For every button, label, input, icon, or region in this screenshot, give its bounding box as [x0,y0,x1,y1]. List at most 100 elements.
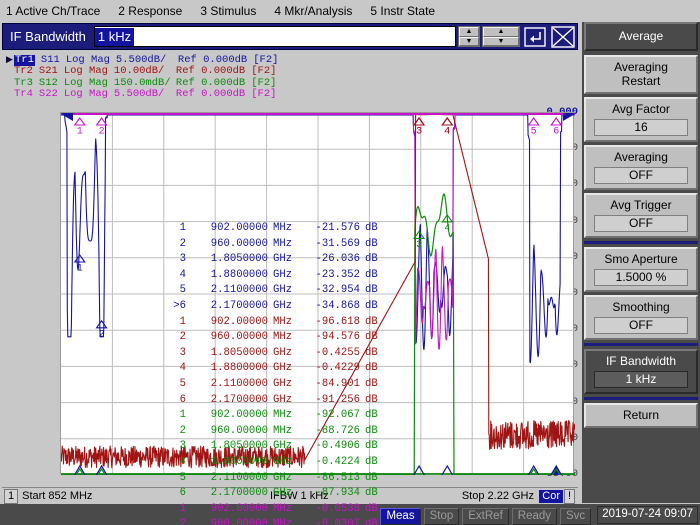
correction-badge[interactable]: Cor [539,489,563,503]
marker-value: -0.0538 [315,502,360,515]
marker-value: -86.513 [315,471,360,484]
menu-item-4[interactable]: 4 Mkr/Analysis [274,0,361,22]
marker-readout-row[interactable]: 4 1.8800000 GHz -0.4224 dB [162,455,386,471]
marker-readout-row[interactable]: 5 2.1100000 GHz -32.954 dB [162,283,386,299]
menu-item-2[interactable]: 2 Response [118,0,191,22]
active-trace-pointer-icon [6,66,14,77]
marker-value: -0.4224 [315,455,360,468]
softkey-avg-trigger[interactable]: Avg Trigger OFF [584,193,698,238]
marker-value-unit: dB [365,487,378,500]
svg-text:4: 4 [444,127,450,138]
marker-value: -87.934 [315,487,360,500]
marker-trace2-4[interactable]: 4 [441,117,454,138]
softkey-label: IF Bandwidth [605,354,677,368]
entry-enter-button[interactable] [522,24,548,49]
softkey-averaging[interactable]: Averaging Restart [584,55,698,94]
softkey-label: Averaging [614,150,668,164]
marker-frequency: 2.1100000 [210,284,268,297]
softkey-value[interactable]: 1.5000 % [594,269,688,286]
marker-value-unit: dB [365,268,378,281]
marker-value-unit: dB [365,424,378,437]
system-button-extref[interactable]: ExtRef [462,507,509,525]
menu-item-1[interactable]: 1 Active Ch/Trace [6,0,109,22]
softkey-averaging[interactable]: Averaging OFF [584,145,698,190]
softkey-value[interactable]: OFF [594,317,688,334]
marker-trace4-6[interactable]: 6 [550,117,563,138]
system-button-svc[interactable]: Svc [560,507,592,525]
marker-readout-row[interactable]: 1 902.00000 MHz -0.0538 dB [162,502,386,518]
system-button-ready[interactable]: Ready [511,507,558,525]
marker-readout-row[interactable]: 3 1.8050000 GHz -0.4255 dB [162,346,386,362]
softkey-smo-aperture[interactable]: Smo Aperture 1.5000 % [584,247,698,292]
marker-readout-table: 1 902.00000 MHz -21.576 dB 2 960.00000 MHz -31.5… [162,221,386,525]
marker-readout-row[interactable]: 1 902.00000 MHz -92.067 dB [162,408,386,424]
marker-readout-row[interactable]: 2 960.00000 MHz -88.726 dB [162,424,386,440]
marker-frequency: 960.00000 [210,237,268,250]
softkey-label: Smo Aperture [604,252,678,266]
marker-readout-row[interactable]: 5 2.1100000 GHz -84.901 dB [162,377,386,393]
stepper-down-coarse-icon[interactable]: ▼ [483,36,519,46]
softkey-value[interactable]: 16 [594,119,688,136]
softkey-if-bandwidth[interactable]: IF Bandwidth 1 kHz [584,349,698,394]
marker-readout-row[interactable]: 5 2.1100000 GHz -86.513 dB [162,471,386,487]
marker-readout-row[interactable]: 2 960.00000 MHz -31.569 dB [162,237,386,253]
softkey-value[interactable]: OFF [594,167,688,184]
stepper-up-coarse-icon[interactable]: ▲ [483,27,519,37]
marker-frequency: 960.00000 [210,518,268,525]
marker-frequency: 960.00000 [210,424,268,437]
marker-frequency-unit: GHz [273,455,293,468]
marker-readout-row[interactable]: 3 1.8050000 GHz -26.036 dB [162,252,386,268]
marker-readout-row[interactable]: 1 902.00000 MHz -96.618 dB [162,315,386,331]
svg-text:5: 5 [531,127,537,138]
softkey-avg-factor[interactable]: Avg Factor 16 [584,97,698,142]
stimulus-stop[interactable]: Stop 2.22 GHz [462,490,534,502]
marker-frequency: 1.8800000 [210,455,268,468]
marker-frequency: 902.00000 [210,409,268,422]
marker-frequency: 2.1700000 [210,487,268,500]
marker-readout-row[interactable]: >6 2.1700000 GHz -34.868 dB [162,299,386,315]
marker-frequency-unit: GHz [273,471,293,484]
marker-readout-row[interactable]: 4 1.8800000 GHz -23.352 dB [162,268,386,284]
right-reference-arrow[interactable] [563,113,575,121]
warning-badge[interactable]: ! [563,488,575,504]
marker-value-unit: dB [365,377,378,390]
marker-frequency: 902.00000 [210,222,268,234]
entry-stepper-coarse[interactable]: ▲ ▼ [482,26,520,47]
entry-close-button[interactable] [550,24,576,49]
marker-index: 4 [179,362,186,375]
active-trace-pointer-icon [6,78,14,89]
marker-readout-row[interactable]: 6 2.1700000 GHz -87.934 dB [162,486,386,502]
svg-text:2: 2 [99,329,105,340]
menu-item-3[interactable]: 3 Stimulus [200,0,265,22]
stepper-up-icon[interactable]: ▲ [459,27,479,37]
marker-index: 1 [179,409,186,422]
marker-readout-row[interactable]: 3 1.8050000 GHz -0.4906 dB [162,439,386,455]
marker-value: -0.0307 [315,518,360,525]
softkey-value[interactable]: 1 kHz [594,371,688,388]
marker-trace4-5[interactable]: 5 [527,117,540,138]
stepper-down-icon[interactable]: ▼ [459,36,479,46]
menu-item-5[interactable]: 5 Instr State [370,0,444,22]
entry-stepper-fine[interactable]: ▲ ▼ [458,26,480,47]
system-button-stop[interactable]: Stop [423,507,460,525]
marker-readout-row[interactable]: 6 2.1700000 GHz -91.256 dB [162,393,386,409]
entry-bar-input[interactable]: 1 kHz [93,26,456,47]
marker-readout-row[interactable]: 4 1.8800000 GHz -0.4229 dB [162,361,386,377]
system-button-meas[interactable]: Meas [380,507,421,525]
softkey-value[interactable]: OFF [594,215,688,232]
marker-frequency-unit: MHz [273,222,293,234]
marker-frequency-unit: MHz [273,502,293,515]
marker-readout-row[interactable]: 2 960.00000 MHz -94.576 dB [162,330,386,346]
softkey-return[interactable]: Return [584,403,698,428]
channel-number: 1 [4,488,19,504]
marker-value: -0.4906 [315,440,360,453]
marker-trace4-1[interactable]: 1 [73,117,86,138]
marker-readout-row[interactable]: 1 902.00000 MHz -21.576 dB [162,221,386,237]
left-reference-arrow[interactable] [61,113,73,121]
marker-index: 1 [179,222,186,234]
stimulus-start[interactable]: Start 852 MHz [22,490,92,502]
trace-legend-row-4[interactable]: Tr4 S22 Log Mag 5.500dB/Ref 0.000dB [F2] [6,88,326,100]
marker-readout-row[interactable]: 2 960.00000 MHz -0.0307 dB [162,517,386,525]
stimulus-marker-6[interactable] [549,464,563,475]
softkey-smoothing[interactable]: Smoothing OFF [584,295,698,340]
